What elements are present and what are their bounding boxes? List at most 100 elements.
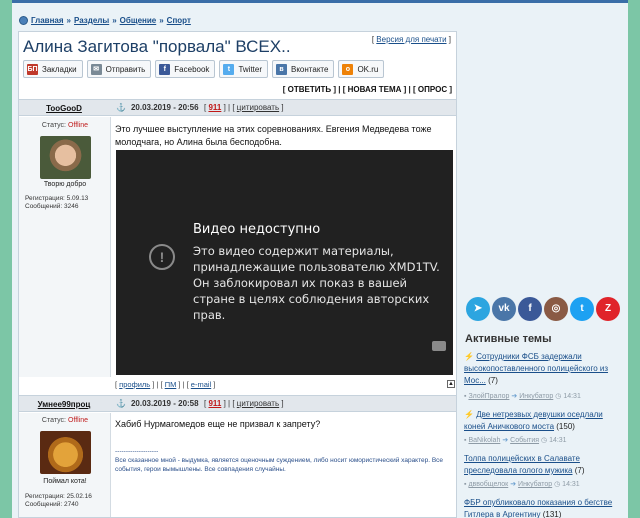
facebook-icon[interactable]: f: [518, 297, 542, 321]
post-author[interactable]: TooGooD: [19, 104, 109, 113]
quote-link[interactable]: цитировать: [237, 399, 279, 408]
share-label: Отправить: [105, 64, 146, 74]
user-status: Статус: Offline: [19, 417, 111, 424]
share-label: Twitter: [238, 64, 262, 74]
topic-author[interactable]: дввобщелок: [468, 481, 508, 488]
pm-link[interactable]: ПМ: [165, 380, 177, 389]
quote-link[interactable]: цитировать: [237, 103, 279, 112]
post-text: Это лучшее выступление на этих соревнова…: [115, 124, 432, 147]
breadcrumb-sections[interactable]: Разделы: [74, 16, 109, 25]
vk-icon[interactable]: vk: [492, 297, 516, 321]
hot-topic-icon: ⚡: [464, 410, 474, 419]
topic-meta: ▪ BaNikolah ➔ События ◷ 14:31: [464, 436, 567, 444]
topic-author[interactable]: ЗлойПралор: [468, 393, 509, 400]
status-value: Offline: [67, 122, 89, 129]
topic-link[interactable]: Две нетрезвых девушки оседлали коней Ани…: [464, 410, 603, 431]
zen-icon[interactable]: Z: [596, 297, 620, 321]
twitter-icon[interactable]: t: [570, 297, 594, 321]
topic-count: (7): [488, 376, 498, 385]
avatar-icon: ▪: [464, 393, 467, 400]
post-header: Умнее99проц ⚓ 20.03.2019 - 20:58 [ 911 ] …: [19, 395, 456, 412]
video-error-title: Видео недоступно: [193, 222, 321, 237]
topic-count: (150): [556, 422, 575, 431]
post-author[interactable]: Умнее99проц: [19, 400, 109, 409]
hot-topic-icon: ⚡: [464, 352, 474, 361]
topic-time: 14:31: [563, 393, 581, 400]
sidebar: ➤ vk f ◎ t Z Активные темы ⚡ Сотрудники …: [462, 3, 628, 518]
bookmarks-icon: БП: [27, 63, 38, 75]
print-version-link[interactable]: Версия для печати: [376, 35, 446, 44]
anchor-icon[interactable]: ⚓: [116, 103, 126, 112]
topic-link[interactable]: Сотрудники ФСБ задержали высокопоставлен…: [464, 352, 608, 385]
arrow-icon: ➔: [511, 393, 518, 400]
youtube-logo-icon[interactable]: [432, 341, 446, 351]
avatar-icon: ▪: [464, 437, 467, 444]
share-label: Вконтакте: [291, 64, 329, 74]
new-topic-button[interactable]: НОВАЯ ТЕМА: [348, 85, 402, 94]
topic-link[interactable]: Толпа полицейских в Салавате преследовал…: [464, 454, 580, 475]
topic-meta: ▪ ЗлойПралор ➔ Инкубатор ◷ 14:31: [464, 392, 581, 400]
signature: Все сказанное мной - выдумка, является о…: [115, 457, 444, 473]
topic-section[interactable]: Инкубатор: [518, 481, 552, 488]
topic-count: (7): [574, 466, 585, 475]
instagram-icon[interactable]: ◎: [544, 297, 568, 321]
poll-button[interactable]: ОПРОС: [418, 85, 447, 94]
avatar[interactable]: [40, 431, 91, 474]
share-ok-button[interactable]: о OK.ru: [338, 60, 385, 78]
post-number-link[interactable]: 911: [208, 399, 221, 408]
share-facebook-button[interactable]: f Facebook: [155, 60, 216, 78]
mail-icon: ✉: [90, 63, 102, 75]
page: Главная» Разделы» Общение» Спорт Алина З…: [12, 3, 628, 518]
post-text: Хабиб Нурмагомедов еще не призвал к запр…: [115, 419, 321, 429]
breadcrumb-sport[interactable]: Спорт: [167, 16, 191, 25]
video-player[interactable]: ! Видео недоступно Это видео содержит ма…: [116, 150, 453, 375]
reply-button[interactable]: ОТВЕТИТЬ: [288, 85, 332, 94]
share-send-button[interactable]: ✉ Отправить: [86, 60, 152, 78]
topic-time: 14:31: [562, 481, 580, 488]
status-label: Статус:: [41, 417, 66, 424]
clock-icon: ◷: [554, 481, 561, 488]
post-date: ⚓ 20.03.2019 - 20:56: [116, 103, 199, 112]
anchor-icon[interactable]: ⚓: [116, 399, 126, 408]
post-num: [ 911 ] | [ цитировать ]: [204, 103, 284, 112]
signature-divider: --------------------: [115, 448, 159, 455]
profile-link[interactable]: профиль: [119, 380, 150, 389]
warning-icon: !: [149, 244, 175, 270]
avatar[interactable]: [40, 136, 91, 179]
active-topics-title: Активные темы: [465, 333, 552, 345]
share-label: OK.ru: [357, 64, 379, 74]
breadcrumb-talk[interactable]: Общение: [120, 16, 157, 25]
avatar-icon: ▪: [464, 481, 467, 488]
topic-meta: ▪ дввобщелок ➔ Инкубатор ◷ 14:31: [464, 480, 580, 488]
status-value: Offline: [67, 417, 89, 424]
breadcrumb-sep: »: [159, 15, 164, 25]
arrow-icon: ➔: [510, 481, 517, 488]
topic-author[interactable]: BaNikolah: [468, 437, 500, 444]
post-header: TooGooD ⚓ 20.03.2019 - 20:56 [ 911 ] | [ …: [19, 99, 456, 116]
topic-time: 14:31: [549, 437, 567, 444]
vk-icon: в: [276, 63, 287, 75]
breadcrumb-home[interactable]: Главная: [31, 16, 64, 25]
topic-section[interactable]: События: [510, 437, 539, 444]
breadcrumb: Главная» Разделы» Общение» Спорт: [19, 13, 191, 27]
share-twitter-button[interactable]: t Twitter: [219, 60, 268, 78]
clock-icon: ◷: [555, 393, 562, 400]
share-bookmarks-button[interactable]: БП Закладки: [23, 60, 83, 78]
thread-actions: [ ОТВЕТИТЬ ] | [ НОВАЯ ТЕМА ] | [ ОПРОС …: [282, 85, 452, 94]
post-num: [ 911 ] | [ цитировать ]: [204, 399, 284, 408]
post-links: [ профиль ] | [ ПМ ] | [ e-mail ]: [115, 380, 216, 389]
topic-count: (131): [542, 510, 562, 518]
email-link[interactable]: e-mail: [191, 380, 211, 389]
topic-link[interactable]: ФБР опубликовало показания о бегстве Гит…: [464, 498, 612, 518]
arrow-icon: ➔: [502, 437, 509, 444]
topic-item: Толпа полицейских в Салавате преследовал…: [464, 453, 624, 477]
topic-section[interactable]: Инкубатор: [519, 393, 553, 400]
user-msgs: Сообщений: 2740: [25, 501, 79, 508]
breadcrumb-sep: »: [66, 15, 71, 25]
post-number-link[interactable]: 911: [208, 103, 221, 112]
share-vk-button[interactable]: в Вконтакте: [272, 60, 335, 78]
topic-item: ⚡ Сотрудники ФСБ задержали высокопоставл…: [464, 351, 624, 387]
user-reg: Регистрация: 25.02.16: [25, 493, 92, 500]
scroll-up-icon[interactable]: ▲: [447, 380, 455, 388]
telegram-icon[interactable]: ➤: [466, 297, 490, 321]
